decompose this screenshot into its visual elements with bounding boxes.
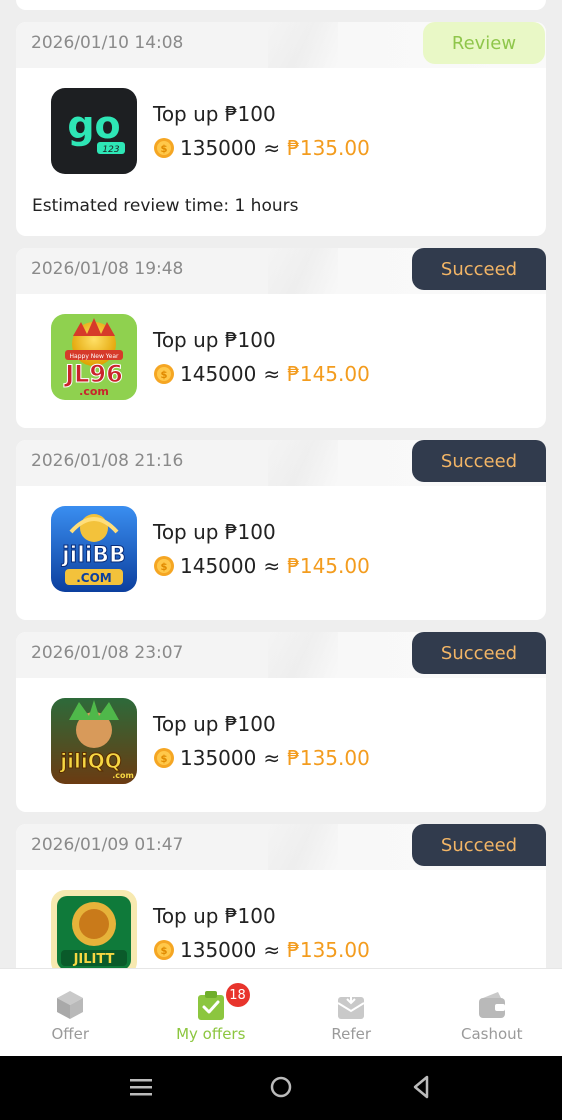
- offer-reward: $ 135000 ≈ ₱135.00: [153, 938, 370, 962]
- offer-title: Top up ₱100: [153, 102, 276, 126]
- status-badge: Succeed: [412, 824, 546, 866]
- approx-sign: ≈: [263, 746, 281, 770]
- tab-refer[interactable]: Refer: [281, 969, 422, 1057]
- svg-text:.com: .com: [79, 385, 109, 398]
- svg-text:go: go: [67, 103, 120, 147]
- svg-text:Happy New Year: Happy New Year: [70, 353, 119, 360]
- app-logo-jilibb: jiliBB .COM: [51, 506, 137, 592]
- offer-title: Top up ₱100: [153, 712, 276, 736]
- svg-text:123: 123: [102, 145, 119, 155]
- app-logo-jilitt: JILITT: [51, 890, 137, 968]
- offer-title: Top up ₱100: [153, 904, 276, 928]
- approx-sign: ≈: [263, 938, 281, 962]
- offer-title: Top up ₱100: [153, 520, 276, 544]
- offer-date: 2026/01/10 14:08: [31, 33, 184, 53]
- svg-text:$: $: [161, 946, 168, 957]
- coin-icon: $: [154, 748, 174, 768]
- svg-text:$: $: [161, 144, 168, 155]
- offer-date: 2026/01/08 19:48: [31, 259, 184, 279]
- coin-icon: $: [154, 940, 174, 960]
- peso-amount: ₱145.00: [287, 554, 370, 578]
- offer-reward: $ 145000 ≈ ₱145.00: [153, 362, 370, 386]
- status-badge: Succeed: [412, 632, 546, 674]
- tab-my-offers-label: My offers: [176, 1025, 246, 1043]
- menu-icon[interactable]: [128, 1070, 154, 1104]
- tab-offer-label: Offer: [51, 1025, 90, 1043]
- peso-amount: ₱135.00: [287, 136, 370, 160]
- estimated-review-time: Estimated review time: 1 hours: [32, 196, 299, 216]
- back-icon[interactable]: [408, 1070, 434, 1104]
- clipboard-check-icon: [197, 991, 224, 1020]
- tab-refer-label: Refer: [331, 1025, 372, 1043]
- app-logo-go123: go 123: [51, 88, 137, 174]
- previous-offer-card-edge: [16, 0, 546, 10]
- offer-card[interactable]: 2026/01/08 23:07 Succeed jiliQQ .com Top…: [16, 632, 546, 812]
- coin-icon: $: [154, 556, 174, 576]
- status-badge: Succeed: [412, 440, 546, 482]
- svg-text:JL96: JL96: [63, 360, 123, 388]
- offer-reward: $ 135000 ≈ ₱135.00: [153, 136, 370, 160]
- approx-sign: ≈: [263, 554, 281, 578]
- tab-offer[interactable]: Offer: [0, 969, 141, 1057]
- coin-amount: 145000: [180, 362, 257, 386]
- offer-date: 2026/01/08 21:16: [31, 451, 184, 471]
- tab-cashout[interactable]: Cashout: [422, 969, 562, 1057]
- wallet-icon: [478, 992, 505, 1018]
- status-badge: Review: [423, 22, 545, 64]
- svg-text:$: $: [161, 562, 168, 573]
- offer-card[interactable]: 2026/01/08 21:16 Succeed jiliBB .COM Top…: [16, 440, 546, 620]
- system-nav-bar: [0, 1056, 562, 1120]
- offers-list[interactable]: 2026/01/10 14:08 Review go 123 Top up ₱1…: [0, 0, 562, 968]
- status-badge: Succeed: [412, 248, 546, 290]
- approx-sign: ≈: [263, 362, 281, 386]
- offer-card[interactable]: 2026/01/10 14:08 Review go 123 Top up ₱1…: [16, 22, 546, 236]
- svg-text:$: $: [161, 754, 168, 765]
- svg-text:.COM: .COM: [76, 571, 112, 585]
- offer-reward: $ 145000 ≈ ₱145.00: [153, 554, 370, 578]
- coin-amount: 135000: [180, 136, 257, 160]
- coin-amount: 145000: [180, 554, 257, 578]
- svg-text:jiliBB: jiliBB: [61, 543, 126, 568]
- home-icon[interactable]: [268, 1070, 294, 1104]
- peso-amount: ₱145.00: [287, 362, 370, 386]
- svg-text:JILITT: JILITT: [73, 952, 115, 967]
- app-logo-jiliqq: jiliQQ .com: [51, 698, 137, 784]
- coin-amount: 135000: [180, 746, 257, 770]
- notification-badge: 18: [225, 983, 250, 1007]
- offer-card[interactable]: 2026/01/08 19:48 Succeed Happy New Year …: [16, 248, 546, 428]
- app-logo-jl96: Happy New Year JL96 .com: [51, 314, 137, 400]
- offer-date: 2026/01/09 01:47: [31, 835, 184, 855]
- peso-amount: ₱135.00: [287, 938, 370, 962]
- coin-icon: $: [154, 138, 174, 158]
- gift-box-icon: [337, 993, 365, 1019]
- offer-title: Top up ₱100: [153, 328, 276, 352]
- tab-my-offers[interactable]: 18 My offers: [141, 969, 282, 1057]
- offer-date: 2026/01/08 23:07: [31, 643, 184, 663]
- bottom-tab-bar: Offer 18 My offers Refer Cashout: [0, 968, 562, 1057]
- svg-text:jiliQQ: jiliQQ: [59, 749, 121, 773]
- peso-amount: ₱135.00: [287, 746, 370, 770]
- coin-icon: $: [154, 364, 174, 384]
- coin-amount: 135000: [180, 938, 257, 962]
- svg-text:$: $: [161, 370, 168, 381]
- offer-card[interactable]: 2026/01/09 01:47 Succeed JILITT Top up ₱…: [16, 824, 546, 968]
- approx-sign: ≈: [263, 136, 281, 160]
- cube-icon: [57, 991, 84, 1019]
- tab-cashout-label: Cashout: [460, 1025, 523, 1043]
- offer-reward: $ 135000 ≈ ₱135.00: [153, 746, 370, 770]
- svg-text:.com: .com: [112, 771, 134, 780]
